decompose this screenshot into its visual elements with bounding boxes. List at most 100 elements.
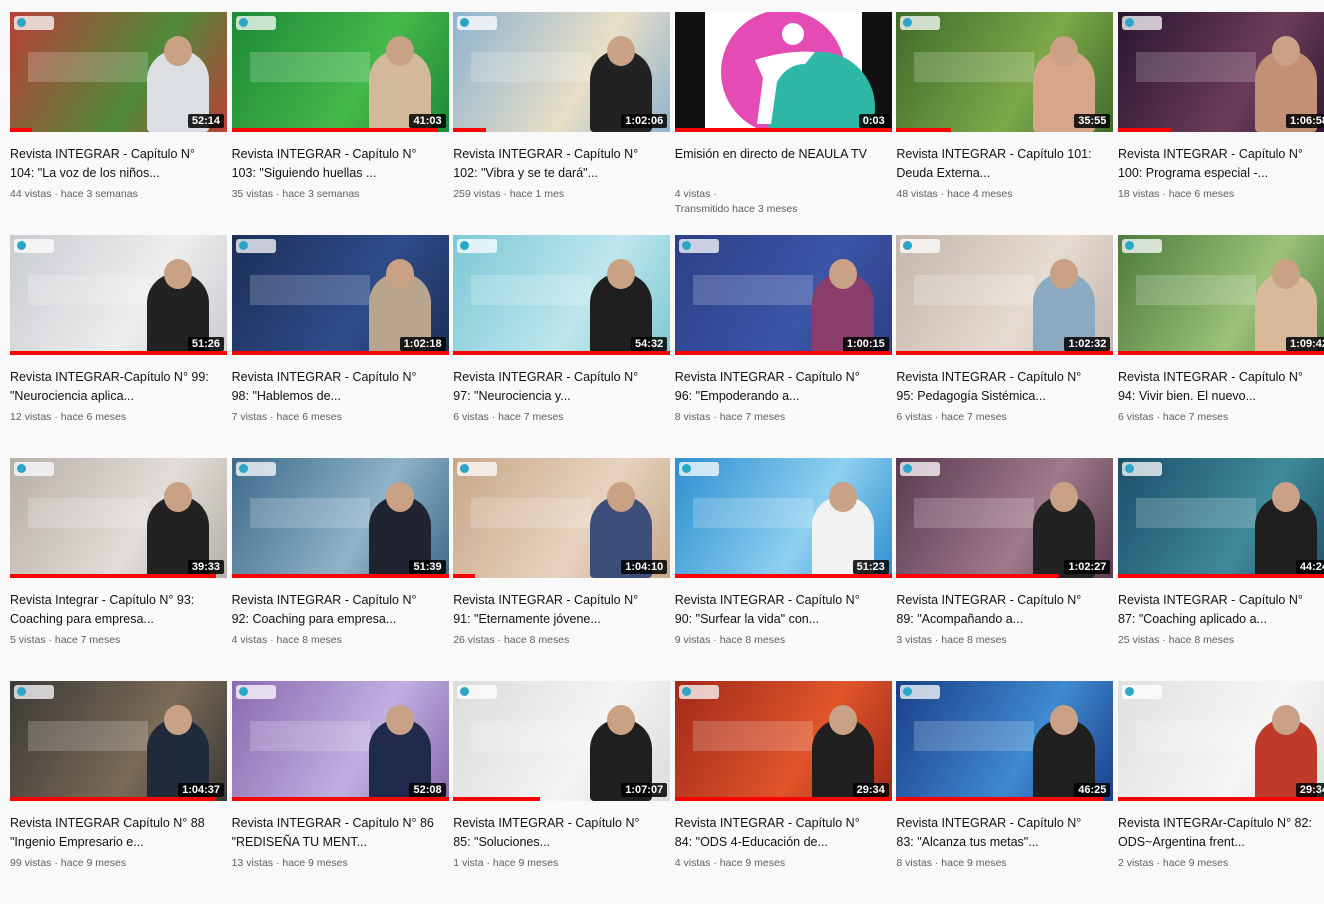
video-thumbnail[interactable]: 41:03 bbox=[231, 12, 449, 132]
video-title[interactable]: Revista INTEGRAR - Capítulo N° 92: Coach… bbox=[232, 591, 437, 629]
channel-logo-icon bbox=[900, 462, 941, 476]
video-thumbnail[interactable]: 0:03 bbox=[674, 12, 892, 132]
video-thumbnail[interactable]: 54:32 bbox=[453, 235, 671, 355]
duration-badge: 52:14 bbox=[187, 114, 224, 128]
video-card[interactable]: 52:14 Revista INTEGRAR - Capítulo N° 104:… bbox=[10, 12, 227, 235]
video-card[interactable]: 1:02:06 Revista INTEGRAR - Capítulo N° 10… bbox=[453, 12, 671, 235]
watch-progress-bar bbox=[10, 797, 217, 801]
video-card[interactable]: 46:25 Revista INTEGRAR - Capítulo N° 83: … bbox=[896, 681, 1114, 904]
video-metadata: 18 vistas · hace 6 meses bbox=[1117, 188, 1235, 200]
video-thumbnail[interactable]: 1:04:10 bbox=[453, 458, 671, 578]
channel-logo-icon bbox=[900, 16, 941, 30]
video-thumbnail[interactable]: 44:24 bbox=[1117, 458, 1324, 578]
video-card[interactable]: 41:03 Revista INTEGRAR - Capítulo N° 103:… bbox=[231, 12, 449, 235]
duration-badge: 54:32 bbox=[631, 337, 668, 351]
video-card[interactable]: 29:34 Revista INTEGRAr-Capítulo N° 82: OD… bbox=[1117, 681, 1324, 904]
duration-badge: 1:07:07 bbox=[621, 783, 668, 797]
video-card[interactable]: 1:02:32 Revista INTEGRAR - Capítulo N° 95… bbox=[896, 235, 1114, 458]
video-thumbnail[interactable]: 52:08 bbox=[231, 681, 449, 801]
channel-logo-icon bbox=[457, 685, 498, 699]
video-metadata: 12 vistas · hace 6 meses bbox=[10, 411, 127, 423]
channel-logo-icon bbox=[1121, 685, 1162, 699]
watch-progress-bar bbox=[896, 351, 1114, 355]
duration-badge: 1:06:58 bbox=[1286, 114, 1324, 128]
watch-progress-bar bbox=[453, 351, 671, 355]
presenter-head bbox=[164, 36, 192, 66]
channel-logo-icon bbox=[1121, 16, 1162, 30]
video-metadata: 6 vistas · hace 7 meses bbox=[1117, 411, 1229, 423]
video-metadata: 4 vistas · hace 9 meses bbox=[674, 857, 786, 869]
video-title[interactable]: Revista INTEGRAR - Capítulo N° 103: "Sig… bbox=[232, 145, 437, 183]
video-thumbnail[interactable]: 39:33 bbox=[10, 458, 227, 578]
video-card[interactable]: 29:34 Revista INTEGRAR - Capítulo N° 84: … bbox=[674, 681, 892, 904]
watch-progress-bar bbox=[674, 351, 892, 355]
video-title[interactable]: Revista INTEGRAR - Capítulo N° 84: "ODS … bbox=[675, 814, 880, 852]
video-card[interactable]: 54:32 Revista INTEGRAR - Capítulo N° 97: … bbox=[453, 235, 671, 458]
video-thumbnail[interactable]: 1:07:07 bbox=[453, 681, 671, 801]
channel-logo-icon bbox=[1121, 462, 1162, 476]
video-title[interactable]: Revista INTEGRAR - Capítulo N° 95: Pedag… bbox=[896, 368, 1101, 406]
video-thumbnail[interactable]: 1:00:15 bbox=[674, 235, 892, 355]
video-title[interactable]: Revista INTEGRAR - Capítulo N° 96: "Empo… bbox=[675, 368, 880, 406]
video-thumbnail[interactable]: 1:09:42 bbox=[1117, 235, 1324, 355]
thumbnail-caption-band bbox=[471, 52, 592, 82]
video-thumbnail[interactable]: 29:34 bbox=[674, 681, 892, 801]
video-thumbnail[interactable]: 46:25 bbox=[896, 681, 1114, 801]
video-card[interactable]: 1:06:58 Revista INTEGRAR - Capítulo N° 10… bbox=[1117, 12, 1324, 235]
video-card[interactable]: 1:09:42 Revista INTEGRAR - Capítulo N° 94… bbox=[1117, 235, 1324, 458]
video-title[interactable]: Revista INTEGRAR - Capítulo 101: Deuda E… bbox=[896, 145, 1101, 183]
video-card[interactable]: 44:24 Revista INTEGRAR - Capítulo N° 87: … bbox=[1117, 458, 1324, 681]
video-card[interactable]: 51:23 Revista INTEGRAR - Capítulo N° 90: … bbox=[674, 458, 892, 681]
video-thumbnail[interactable]: 51:26 bbox=[10, 235, 227, 355]
video-card[interactable]: 52:08 Revista INTEGRAR - Capítulo N° 86 "… bbox=[231, 681, 449, 904]
video-thumbnail[interactable]: 51:23 bbox=[674, 458, 892, 578]
video-title[interactable]: Revista INTEGRAR - Capítulo N° 104: "La … bbox=[10, 145, 215, 183]
video-thumbnail[interactable]: 1:02:32 bbox=[896, 235, 1114, 355]
video-title[interactable]: Revista INTEGRAR - Capítulo N° 91: "Eter… bbox=[453, 591, 658, 629]
video-title[interactable]: Revista INTEGRAR - Capítulo N° 87: "Coac… bbox=[1118, 591, 1323, 629]
video-card[interactable]: 0:03 Emisión en directo de NEAULA TV 4 vis… bbox=[674, 12, 892, 235]
video-metadata: 4 vistas · bbox=[674, 188, 717, 200]
video-card[interactable]: 1:00:15 Revista INTEGRAR - Capítulo N° 96… bbox=[674, 235, 892, 458]
video-card[interactable]: 39:33 Revista Integrar - Capítulo N° 93: … bbox=[10, 458, 227, 681]
video-thumbnail[interactable]: 35:55 bbox=[896, 12, 1114, 132]
video-title[interactable]: Revista INTEGRAR - Capítulo N° 89: "Acom… bbox=[896, 591, 1101, 629]
video-thumbnail[interactable]: 1:02:06 bbox=[453, 12, 671, 132]
video-title[interactable]: Emisión en directo de NEAULA TV bbox=[675, 145, 880, 183]
video-metadata: 1 vista · hace 9 meses bbox=[453, 857, 559, 869]
video-card[interactable]: 1:02:18 Revista INTEGRAR - Capítulo N° 98… bbox=[231, 235, 449, 458]
video-thumbnail[interactable]: 1:02:27 bbox=[896, 458, 1114, 578]
video-title[interactable]: Revista INTEGRAR - Capítulo N° 98: "Habl… bbox=[232, 368, 437, 406]
watch-progress-bar bbox=[1117, 128, 1173, 132]
video-thumbnail[interactable]: 51:39 bbox=[231, 458, 449, 578]
video-card[interactable]: 1:07:07 Revista IMTEGRAR - Capítulo N° 85… bbox=[453, 681, 671, 904]
duration-badge: 41:03 bbox=[409, 114, 446, 128]
thumbnail-caption-band bbox=[249, 498, 370, 528]
video-title[interactable]: Revista INTEGRAR - Capítulo N° 100: Prog… bbox=[1118, 145, 1323, 183]
video-card[interactable]: 1:02:27 Revista INTEGRAR - Capítulo N° 89… bbox=[896, 458, 1114, 681]
video-title[interactable]: Revista INTEGRAR - Capítulo N° 90: "Surf… bbox=[675, 591, 880, 629]
video-card[interactable]: 51:26 Revista INTEGRAR-Capítulo N° 99: "N… bbox=[10, 235, 227, 458]
video-title[interactable]: Revista INTEGRAR Capítulo N° 88 "Ingenio… bbox=[10, 814, 215, 852]
video-card[interactable]: 51:39 Revista INTEGRAR - Capítulo N° 92: … bbox=[231, 458, 449, 681]
video-card[interactable]: 1:04:10 Revista INTEGRAR - Capítulo N° 91… bbox=[453, 458, 671, 681]
video-title[interactable]: Revista INTEGRAR-Capítulo N° 99: "Neuroc… bbox=[10, 368, 215, 406]
video-title[interactable]: Revista INTEGRAR - Capítulo N° 102: "Vib… bbox=[453, 145, 658, 183]
video-thumbnail[interactable]: 1:06:58 bbox=[1117, 12, 1324, 132]
video-thumbnail[interactable]: 1:04:37 bbox=[10, 681, 227, 801]
video-grid: 52:14 Revista INTEGRAR - Capítulo N° 104:… bbox=[10, 12, 1324, 904]
video-title[interactable]: Revista Integrar - Capítulo N° 93: Coach… bbox=[10, 591, 215, 629]
video-title[interactable]: Revista INTEGRAr-Capítulo N° 82: ODS~Arg… bbox=[1118, 814, 1323, 852]
video-thumbnail[interactable]: 1:02:18 bbox=[231, 235, 449, 355]
video-thumbnail[interactable]: 29:34 bbox=[1117, 681, 1324, 801]
video-title[interactable]: Revista INTEGRAR - Capítulo N° 94: Vivir… bbox=[1118, 368, 1323, 406]
video-title[interactable]: Revista IMTEGRAR - Capítulo N° 85: "Solu… bbox=[453, 814, 658, 852]
video-title[interactable]: Revista INTEGRAR - Capítulo N° 83: "Alca… bbox=[896, 814, 1101, 852]
video-title[interactable]: Revista INTEGRAR - Capítulo N° 97: "Neur… bbox=[453, 368, 658, 406]
video-card[interactable]: 35:55 Revista INTEGRAR - Capítulo 101: De… bbox=[896, 12, 1114, 235]
video-title[interactable]: Revista INTEGRAR - Capítulo N° 86 "REDIS… bbox=[232, 814, 437, 852]
video-card[interactable]: 1:04:37 Revista INTEGRAR Capítulo N° 88 "… bbox=[10, 681, 227, 904]
video-thumbnail[interactable]: 52:14 bbox=[10, 12, 227, 132]
thumbnail-caption-band bbox=[914, 52, 1035, 82]
video-metadata: 99 vistas · hace 9 meses bbox=[10, 857, 127, 869]
